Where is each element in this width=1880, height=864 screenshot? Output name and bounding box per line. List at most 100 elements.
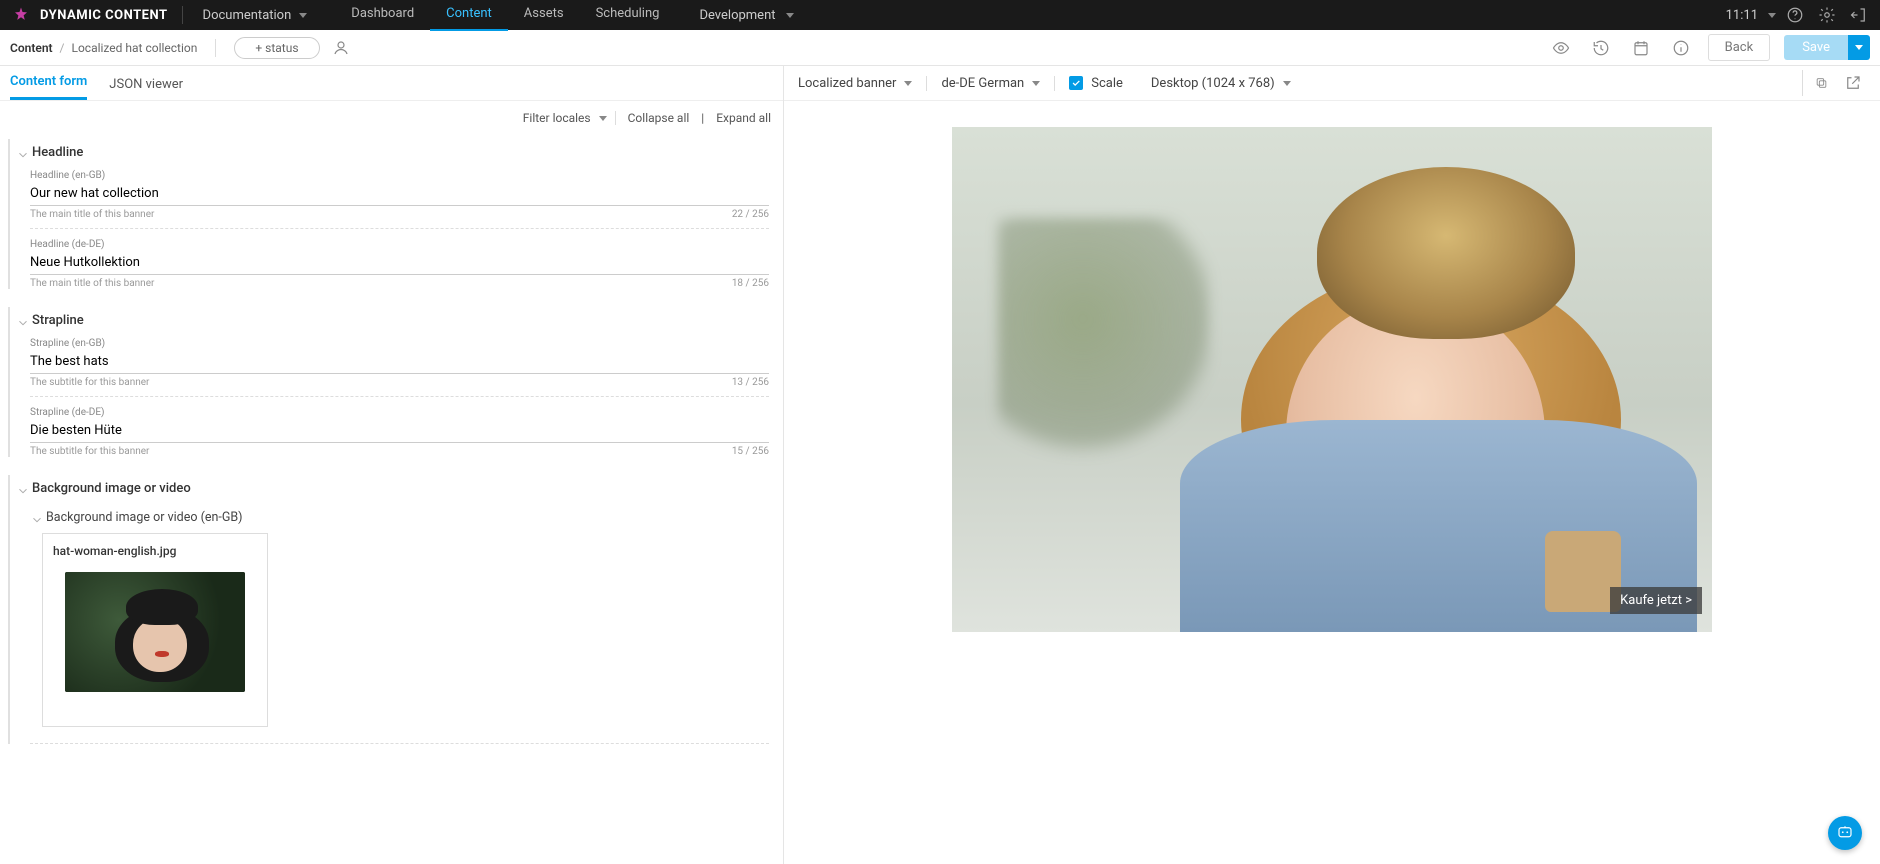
headline-de-input[interactable] bbox=[30, 252, 769, 275]
calendar-icon[interactable] bbox=[1628, 35, 1654, 61]
char-count: 15 / 256 bbox=[732, 446, 769, 457]
breadcrumb-current: Localized hat collection bbox=[71, 41, 197, 55]
documentation-dropdown[interactable]: Documentation bbox=[197, 8, 314, 23]
separator bbox=[30, 743, 769, 744]
char-count: 22 / 256 bbox=[732, 209, 769, 220]
form-scroll[interactable]: Headline Headline (en-GB) The main title… bbox=[0, 131, 783, 864]
nav-content[interactable]: Content bbox=[430, 0, 508, 31]
locale-dropdown[interactable]: de-DE German bbox=[941, 76, 1055, 91]
group-background-toggle[interactable]: Background image or video bbox=[16, 475, 769, 506]
nav-scheduling[interactable]: Scheduling bbox=[580, 0, 676, 31]
tab-json-viewer[interactable]: JSON viewer bbox=[109, 77, 183, 100]
headline-en-input[interactable] bbox=[30, 183, 769, 206]
editor-tabs: Content form JSON viewer bbox=[0, 66, 783, 101]
preview-eye-icon[interactable] bbox=[1548, 35, 1574, 61]
filter-locales-label: Filter locales bbox=[523, 111, 591, 125]
breadcrumb-root[interactable]: Content bbox=[10, 41, 53, 55]
image-thumbnail bbox=[65, 572, 245, 692]
banner-preview: Kaufe jetzt > bbox=[952, 127, 1712, 632]
caret-down-icon bbox=[1768, 13, 1776, 18]
nav-dashboard[interactable]: Dashboard bbox=[335, 0, 430, 31]
field-label: Headline (de-DE) bbox=[30, 239, 769, 250]
chevron-down-icon bbox=[30, 513, 40, 523]
tab-content-form[interactable]: Content form bbox=[10, 74, 87, 100]
content-area: Content form JSON viewer Filter locales … bbox=[0, 66, 1880, 864]
chat-fab-icon[interactable] bbox=[1828, 816, 1862, 850]
field-strapline-de: Strapline (de-DE) The subtitle for this … bbox=[30, 407, 769, 457]
field-headline-en: Headline (en-GB) The main title of this … bbox=[30, 170, 769, 220]
clock-dropdown[interactable]: 11:11 bbox=[1726, 8, 1776, 23]
strapline-de-input[interactable] bbox=[30, 420, 769, 443]
back-button[interactable]: Back bbox=[1708, 34, 1771, 61]
visualization-dropdown[interactable]: Localized banner bbox=[798, 76, 927, 91]
breadcrumb: Content / Localized hat collection bbox=[10, 41, 197, 55]
scale-label: Scale bbox=[1091, 76, 1123, 91]
group-strapline: Strapline Strapline (en-GB) The subtitle… bbox=[8, 307, 779, 457]
locale-label: de-DE German bbox=[941, 76, 1024, 91]
toolbar-sep: | bbox=[701, 111, 704, 125]
expand-all-link[interactable]: Expand all bbox=[716, 111, 771, 125]
field-strapline-en: Strapline (en-GB) The subtitle for this … bbox=[30, 338, 769, 388]
info-icon[interactable] bbox=[1668, 35, 1694, 61]
documentation-label: Documentation bbox=[203, 8, 292, 23]
separator bbox=[30, 228, 769, 229]
settings-icon[interactable] bbox=[1814, 2, 1840, 28]
separator bbox=[182, 6, 183, 24]
chevron-down-icon bbox=[16, 148, 26, 158]
save-button[interactable]: Save bbox=[1784, 35, 1848, 60]
help-icon[interactable] bbox=[1782, 2, 1808, 28]
image-card-en[interactable]: hat-woman-english.jpg bbox=[42, 533, 268, 727]
subgroup-bg-en-toggle[interactable]: Background image or video (en-GB) bbox=[16, 506, 769, 533]
field-help: The subtitle for this banner bbox=[30, 377, 149, 388]
collapse-all-link[interactable]: Collapse all bbox=[628, 111, 690, 125]
field-help: The main title of this banner bbox=[30, 209, 154, 220]
separator bbox=[215, 39, 216, 57]
save-dropdown-toggle[interactable] bbox=[1848, 35, 1870, 60]
group-background: Background image or video Background ima… bbox=[8, 475, 779, 744]
primary-nav: Dashboard Content Assets Scheduling bbox=[335, 0, 675, 31]
copy-icon[interactable] bbox=[1802, 70, 1828, 96]
banner-cta-button[interactable]: Kaufe jetzt > bbox=[1610, 587, 1702, 614]
clock-value: 11:11 bbox=[1726, 8, 1758, 23]
group-headline: Headline Headline (en-GB) The main title… bbox=[8, 139, 779, 289]
caret-down-icon bbox=[599, 116, 607, 121]
group-headline-toggle[interactable]: Headline bbox=[16, 139, 769, 170]
group-headline-title: Headline bbox=[32, 145, 83, 160]
caret-down-icon bbox=[1032, 81, 1040, 86]
image-filename: hat-woman-english.jpg bbox=[53, 544, 257, 558]
form-toolbar: Filter locales Collapse all | Expand all bbox=[0, 101, 783, 131]
environment-label: Development bbox=[699, 8, 775, 23]
assignee-icon[interactable] bbox=[330, 37, 352, 59]
environment-dropdown[interactable]: Development bbox=[699, 8, 793, 23]
chevron-down-icon bbox=[16, 484, 26, 494]
strapline-en-input[interactable] bbox=[30, 351, 769, 374]
visualization-label: Localized banner bbox=[798, 76, 896, 91]
device-dropdown[interactable]: Desktop (1024 x 768) bbox=[1151, 76, 1305, 91]
group-background-title: Background image or video bbox=[32, 481, 191, 496]
preview-stage: Kaufe jetzt > bbox=[784, 101, 1880, 864]
caret-down-icon bbox=[299, 13, 307, 18]
field-label: Strapline (en-GB) bbox=[30, 338, 769, 349]
field-help: The subtitle for this banner bbox=[30, 446, 149, 457]
subbar-actions: Back Save bbox=[1548, 34, 1870, 61]
field-help: The main title of this banner bbox=[30, 278, 154, 289]
save-split-button: Save bbox=[1784, 35, 1870, 60]
app-logo-icon bbox=[8, 2, 34, 28]
caret-down-icon bbox=[904, 81, 912, 86]
preview-toolbar: Localized banner de-DE German Scale Desk… bbox=[784, 66, 1880, 101]
scale-toggle[interactable]: Scale bbox=[1069, 76, 1137, 91]
page-subbar: Content / Localized hat collection + sta… bbox=[0, 30, 1880, 66]
logout-icon[interactable] bbox=[1846, 2, 1872, 28]
nav-assets[interactable]: Assets bbox=[508, 0, 580, 31]
group-strapline-toggle[interactable]: Strapline bbox=[16, 307, 769, 338]
history-icon[interactable] bbox=[1588, 35, 1614, 61]
add-status-button[interactable]: + status bbox=[234, 37, 319, 59]
filter-locales-dropdown[interactable]: Filter locales bbox=[523, 111, 616, 125]
brand-title: DYNAMIC CONTENT bbox=[40, 8, 168, 23]
preview-pane: Localized banner de-DE German Scale Desk… bbox=[784, 66, 1880, 864]
field-headline-de: Headline (de-DE) The main title of this … bbox=[30, 239, 769, 289]
caret-down-icon bbox=[786, 13, 794, 18]
group-strapline-title: Strapline bbox=[32, 313, 84, 328]
open-external-icon[interactable] bbox=[1840, 70, 1866, 96]
device-label: Desktop (1024 x 768) bbox=[1151, 76, 1275, 91]
